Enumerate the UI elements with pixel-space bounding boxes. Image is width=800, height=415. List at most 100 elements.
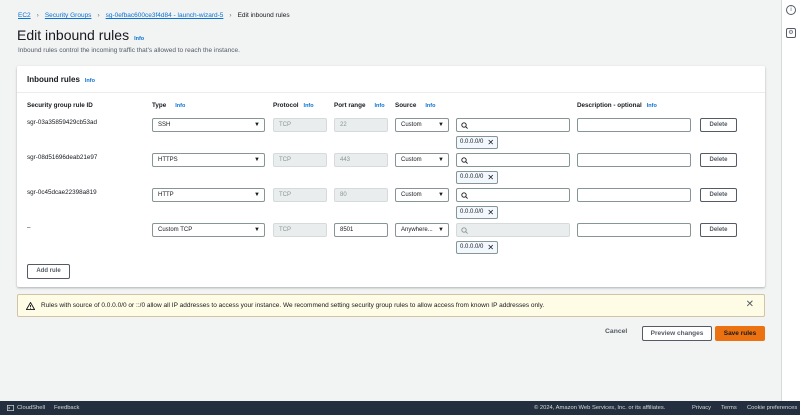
column-label: Protocol: [273, 102, 299, 109]
close-icon[interactable]: ✕: [487, 208, 494, 217]
chevron-down-icon: ▼: [438, 122, 444, 128]
close-icon[interactable]: ✕: [487, 243, 494, 252]
rule-id: –: [27, 224, 31, 231]
port-range-field: 22: [334, 118, 388, 132]
type-value: SSH: [158, 122, 171, 128]
save-rules-button[interactable]: Save rules: [715, 326, 765, 341]
chevron-down-icon: ▼: [254, 192, 260, 198]
breadcrumb-ec2[interactable]: EC2: [18, 12, 31, 19]
search-icon: [461, 192, 468, 199]
cidr-token: 0.0.0.0/0 ✕: [456, 136, 499, 149]
cidr-search-input: [456, 223, 570, 237]
delete-rule-button[interactable]: Delete: [700, 153, 737, 167]
source-select[interactable]: Anywhere... ▼: [395, 223, 449, 237]
source-value: Anywhere...: [401, 227, 433, 233]
cookie-preferences-link[interactable]: Cookie preferences: [747, 405, 797, 411]
column-label: Description - optional: [577, 102, 642, 109]
warning-alert: Rules with source of 0.0.0.0/0 or ::/0 a…: [17, 294, 765, 317]
console-footer: CloudShell Feedback © 2024, Amazon Web S…: [0, 401, 800, 415]
breadcrumb-security-group[interactable]: sg-0efbac600ce3f4d84 - launch-wizard-5: [106, 12, 224, 19]
type-select[interactable]: HTTP ▼: [152, 188, 265, 202]
terms-link[interactable]: Terms: [721, 405, 737, 411]
port-info-link[interactable]: Info: [375, 103, 385, 109]
settings-icon[interactable]: ⚙: [786, 28, 796, 38]
chevron-down-icon: ▼: [438, 192, 444, 198]
search-icon: [461, 227, 468, 234]
panel-info-link[interactable]: Info: [85, 78, 95, 84]
panel-header: Inbound rules Info: [17, 66, 765, 93]
description-input[interactable]: [577, 188, 691, 202]
close-icon[interactable]: ✕: [487, 138, 494, 147]
source-select[interactable]: Custom ▼: [395, 118, 449, 132]
description-input[interactable]: [577, 223, 691, 237]
column-label: Type: [152, 102, 167, 109]
rule-id: sgr-08d51696deab21e97: [27, 154, 98, 161]
column-header-type: Type Info: [152, 102, 185, 109]
cidr-token: 0.0.0.0/0 ✕: [456, 171, 499, 184]
chevron-down-icon: ▼: [254, 122, 260, 128]
port-range-input[interactable]: 8501: [334, 223, 388, 237]
cidr-token-label: 0.0.0.0/0: [460, 209, 484, 215]
protocol-field: TCP: [273, 188, 327, 202]
add-rule-button[interactable]: Add rule: [27, 264, 70, 279]
source-value: Custom: [401, 122, 422, 128]
type-select[interactable]: HTTPS ▼: [152, 153, 265, 167]
description-input[interactable]: [577, 153, 691, 167]
cloudshell-link[interactable]: CloudShell: [17, 405, 45, 411]
description-input[interactable]: [577, 118, 691, 132]
source-select[interactable]: Custom ▼: [395, 153, 449, 167]
breadcrumb-separator: ›: [36, 12, 39, 19]
page-info-link[interactable]: Info: [134, 36, 144, 42]
breadcrumb: EC2 › Security Groups › sg-0efbac600ce3f…: [18, 12, 290, 19]
column-label: Source: [395, 102, 417, 109]
chevron-down-icon: ▼: [438, 157, 444, 163]
chevron-down-icon: ▼: [254, 157, 260, 163]
info-icon[interactable]: i: [786, 5, 796, 15]
port-range-field: 80: [334, 188, 388, 202]
privacy-link[interactable]: Privacy: [692, 405, 711, 411]
protocol-field: TCP: [273, 223, 327, 237]
cidr-search-input[interactable]: [456, 188, 570, 202]
cloudshell-icon: [7, 405, 14, 411]
type-select[interactable]: SSH ▼: [152, 118, 265, 132]
close-icon[interactable]: ✕: [746, 300, 754, 310]
delete-rule-button[interactable]: Delete: [700, 188, 737, 202]
protocol-field: TCP: [273, 118, 327, 132]
port-range-field: 443: [334, 153, 388, 167]
delete-rule-button[interactable]: Delete: [700, 223, 737, 237]
description-info-link[interactable]: Info: [647, 103, 657, 109]
warning-icon: [26, 301, 35, 310]
type-select[interactable]: Custom TCP ▼: [152, 223, 265, 237]
warning-text: Rules with source of 0.0.0.0/0 or ::/0 a…: [41, 302, 545, 309]
breadcrumb-separator: ›: [229, 12, 232, 19]
cidr-search-input[interactable]: [456, 153, 570, 167]
rule-id: sgr-0c45dcae22398a819: [27, 189, 97, 196]
protocol-info-link[interactable]: Info: [304, 103, 314, 109]
right-utility-rail: i ⚙: [781, 0, 800, 401]
search-icon: [461, 122, 468, 129]
type-info-link[interactable]: Info: [175, 103, 185, 109]
panel-title: Inbound rules: [27, 75, 80, 84]
chevron-down-icon: ▼: [254, 227, 260, 233]
delete-rule-button[interactable]: Delete: [700, 118, 737, 132]
source-select[interactable]: Custom ▼: [395, 188, 449, 202]
cancel-button[interactable]: Cancel: [605, 328, 627, 335]
cidr-token: 0.0.0.0/0 ✕: [456, 241, 499, 254]
source-info-link[interactable]: Info: [425, 103, 435, 109]
close-icon[interactable]: ✕: [487, 173, 494, 182]
column-header-description: Description - optional Info: [577, 102, 657, 109]
protocol-field: TCP: [273, 153, 327, 167]
type-value: HTTP: [158, 192, 174, 198]
type-value: Custom TCP: [158, 227, 193, 233]
cidr-token-label: 0.0.0.0/0: [460, 139, 484, 145]
breadcrumb-security-groups[interactable]: Security Groups: [45, 12, 92, 19]
inbound-rules-panel: Inbound rules Info Security group rule I…: [17, 66, 765, 287]
cidr-search-input[interactable]: [456, 118, 570, 132]
page-description: Inbound rules control the incoming traff…: [18, 47, 240, 54]
cidr-token-label: 0.0.0.0/0: [460, 174, 484, 180]
preview-changes-button[interactable]: Preview changes: [642, 326, 712, 341]
column-header-protocol: Protocol Info: [273, 102, 314, 109]
source-value: Custom: [401, 157, 422, 163]
rule-id: sgr-03a35859429cb53ad: [27, 119, 98, 126]
feedback-link[interactable]: Feedback: [54, 405, 79, 411]
